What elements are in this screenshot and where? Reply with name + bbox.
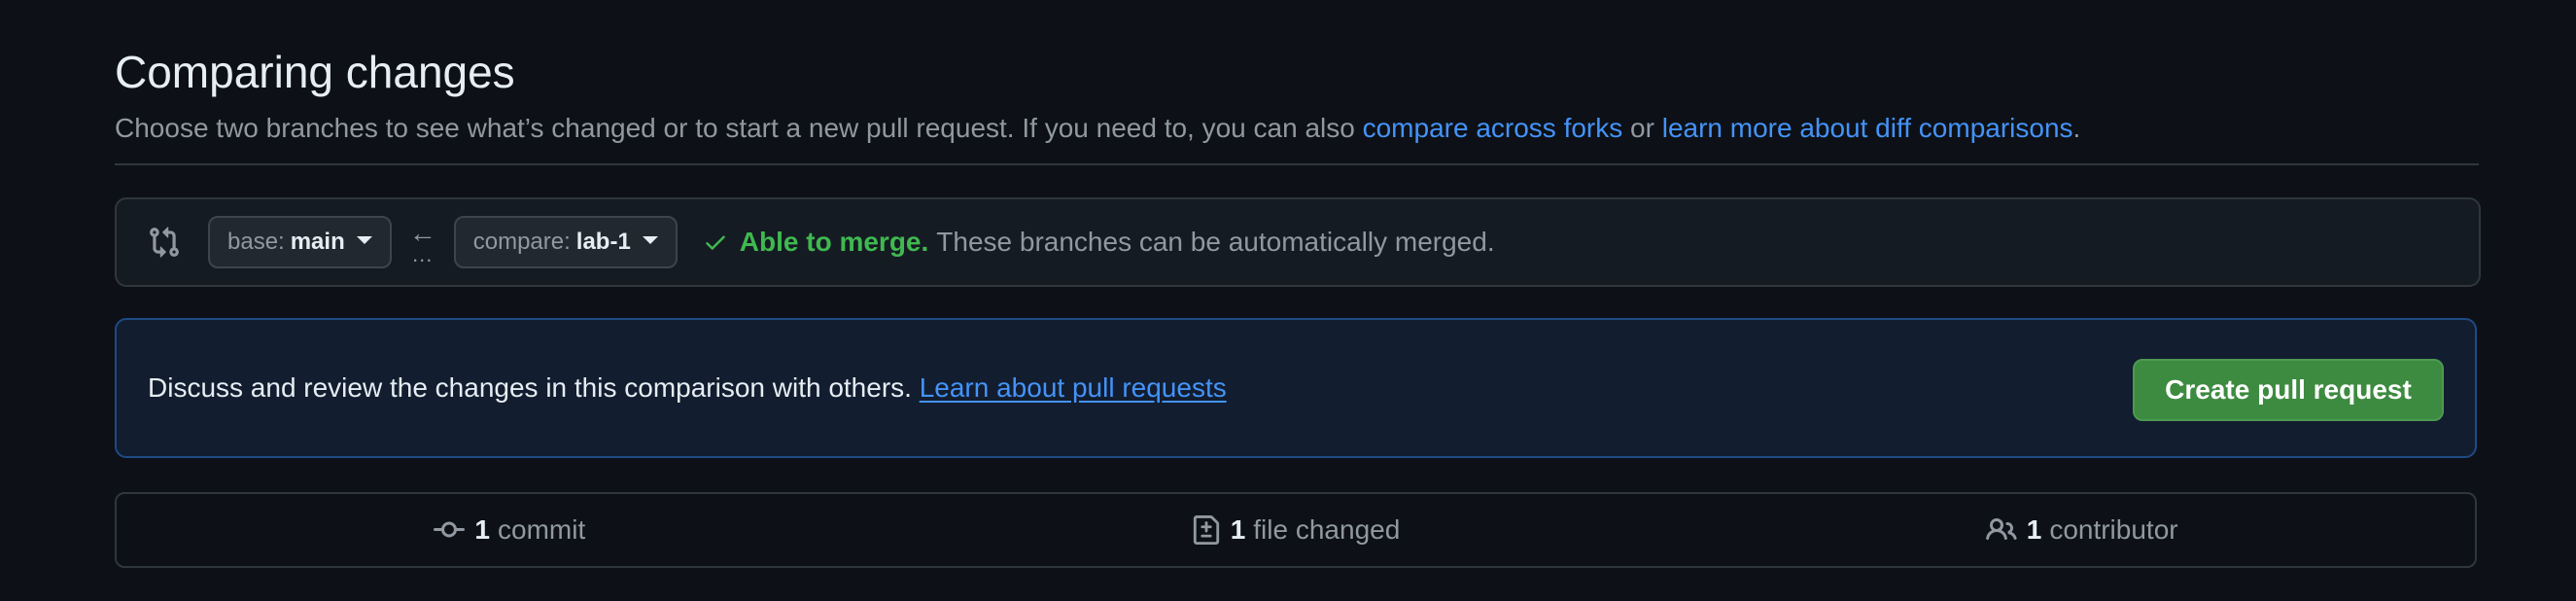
subtitle-text: Choose two branches to see what’s change… <box>115 113 1363 143</box>
git-commit-icon <box>434 514 466 546</box>
discuss-text: Discuss and review the changes in this c… <box>148 372 1227 404</box>
compare-across-forks-link[interactable]: compare across forks <box>1363 113 1623 143</box>
merge-status: Able to merge. These branches can be aut… <box>703 227 1495 258</box>
check-icon <box>703 230 728 255</box>
chevron-down-icon <box>642 236 658 244</box>
create-pull-request-button[interactable]: Create pull request <box>2133 359 2444 421</box>
files-changed-tab[interactable]: 1 file changed <box>1192 514 1401 546</box>
subtitle-or: or <box>1622 113 1662 143</box>
file-diff-icon <box>1192 514 1221 546</box>
compare-stats-bar: 1 commit 1 file changed 1 contributor <box>115 492 2477 568</box>
base-label: base: <box>227 229 285 255</box>
files-stat: 1 file changed <box>903 514 1689 546</box>
diff-comparisons-link[interactable]: learn more about diff comparisons <box>1662 113 2073 143</box>
page-title: Comparing changes <box>115 47 515 97</box>
contributors-tab[interactable]: 1 contributor <box>1985 514 2178 546</box>
merge-status-message: These branches can be automatically merg… <box>936 227 1495 257</box>
contributors-stat: 1 contributor <box>1688 514 2475 546</box>
discuss-banner: Discuss and review the changes in this c… <box>115 318 2477 458</box>
commits-stat: 1 commit <box>117 514 903 546</box>
page-subtitle: Choose two branches to see what’s change… <box>115 111 2479 146</box>
compare-branch-selector[interactable]: compare: lab-1 <box>453 216 678 268</box>
base-branch-selector[interactable]: base: main <box>208 216 392 268</box>
commits-tab[interactable]: 1 commit <box>434 514 585 546</box>
chevron-down-icon <box>356 236 372 244</box>
commits-label: commit <box>498 514 586 545</box>
compare-page: Comparing changes Choose two branches to… <box>0 0 2576 601</box>
base-branch-name: main <box>290 229 345 255</box>
subtitle-end: . <box>2072 113 2081 143</box>
files-count: 1 <box>1230 514 1246 545</box>
git-compare-icon <box>148 226 181 259</box>
contributors-count: 1 <box>2026 514 2042 545</box>
learn-pull-requests-link[interactable]: Learn about pull requests <box>920 372 1227 403</box>
page-header: Comparing changes Choose two branches to… <box>115 45 2479 146</box>
commits-count: 1 <box>474 514 490 545</box>
compare-direction: ← ... <box>392 216 454 268</box>
discuss-message: Discuss and review the changes in this c… <box>148 372 920 403</box>
people-icon <box>1985 514 2017 546</box>
contributors-label: contributor <box>2049 514 2178 545</box>
merge-status-label: Able to merge. <box>739 227 929 257</box>
compare-bar: base: main ← ... compare: lab-1 Able to … <box>115 197 2481 287</box>
header-divider <box>115 163 2479 165</box>
ellipsis-icon: ... <box>412 242 434 266</box>
compare-label: compare: <box>472 229 571 255</box>
compare-branch-name: lab-1 <box>575 229 631 255</box>
files-label: file changed <box>1253 514 1401 545</box>
